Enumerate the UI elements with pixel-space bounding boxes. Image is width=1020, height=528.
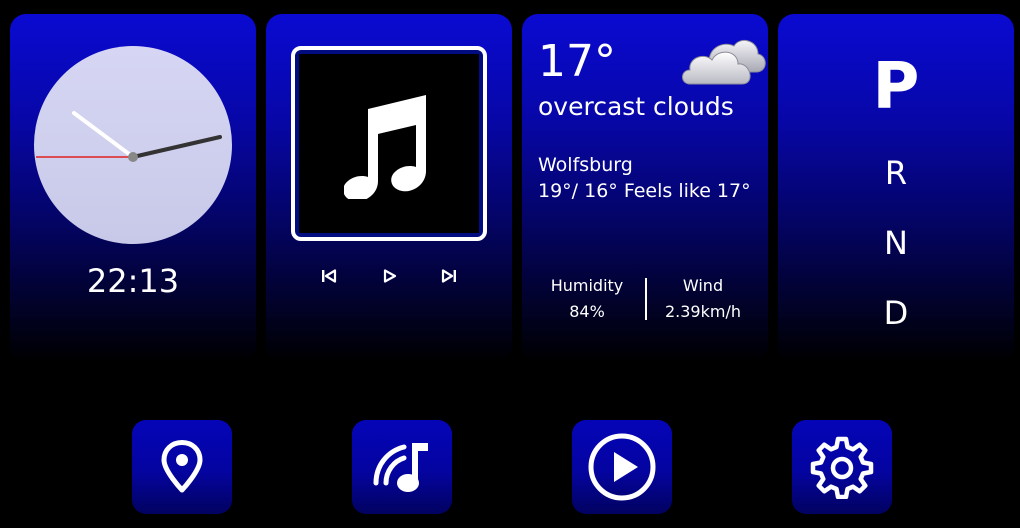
music-note-icon <box>344 94 426 199</box>
play-icon <box>383 269 397 283</box>
clock-widget: 22:13 <box>10 14 256 362</box>
music-radio-icon <box>373 443 428 492</box>
music-radio-button[interactable] <box>352 420 452 514</box>
gear-selector: P R N D <box>778 14 1014 362</box>
weather-description: overcast clouds <box>538 92 734 121</box>
next-icon <box>441 269 456 283</box>
weather-temperature-range: 19°/ 16° Feels like 17° <box>538 180 751 202</box>
minute-hand <box>131 135 222 159</box>
weather-widget: 17° overcast clouds Wolfsburg 19°/ 16° F… <box>522 14 768 362</box>
gear-park[interactable]: P <box>778 50 1014 124</box>
cloud-icon <box>682 39 766 85</box>
weather-city: Wolfsburg <box>538 154 633 176</box>
next-track-button[interactable] <box>439 266 459 286</box>
gear-reverse[interactable]: R <box>778 154 1014 192</box>
digital-time: 22:13 <box>86 262 180 300</box>
hour-hand <box>72 111 135 159</box>
album-art <box>299 54 479 233</box>
music-widget <box>266 14 512 362</box>
weather-divider <box>645 278 647 320</box>
media-player-button[interactable] <box>572 420 672 514</box>
humidity-label: Humidity <box>550 276 624 295</box>
clock-center-pin <box>128 152 138 162</box>
wind-value: 2.39km/h <box>664 302 741 321</box>
play-circle-icon <box>588 433 656 501</box>
previous-track-button[interactable] <box>319 266 339 286</box>
previous-icon <box>322 269 337 283</box>
weather-temperature: 17° <box>538 36 616 87</box>
analog-clock-hands <box>36 111 222 162</box>
navigation-button[interactable] <box>132 420 232 514</box>
gear-drive[interactable]: D <box>778 294 1014 332</box>
map-pin-icon <box>161 440 203 493</box>
wind-label: Wind <box>682 276 724 295</box>
humidity-value: 84% <box>569 302 605 321</box>
gear-settings-icon <box>810 436 874 499</box>
album-art-frame[interactable] <box>291 46 487 241</box>
settings-button[interactable] <box>792 420 892 514</box>
gear-neutral[interactable]: N <box>778 224 1014 262</box>
play-button[interactable] <box>380 266 400 286</box>
